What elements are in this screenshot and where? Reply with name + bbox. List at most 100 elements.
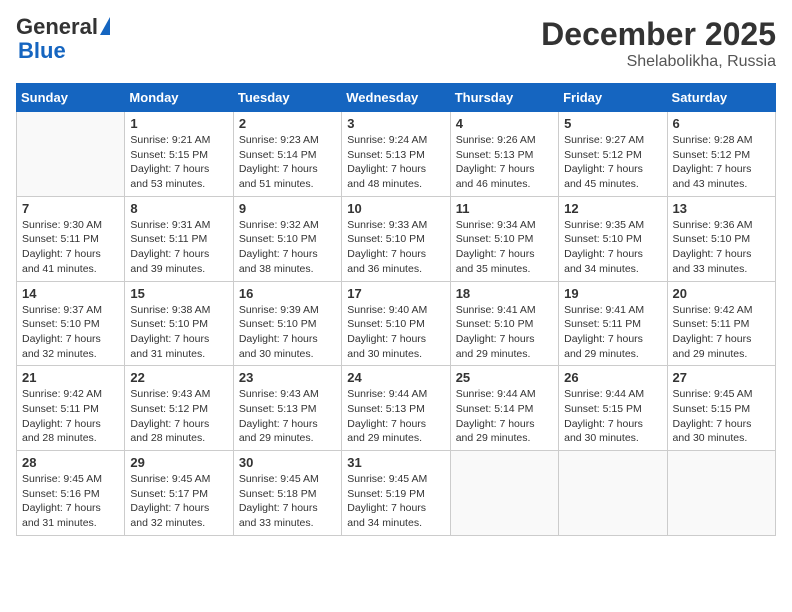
month-year-title: December 2025 <box>541 16 776 53</box>
calendar-cell: 21 Sunrise: 9:42 AMSunset: 5:11 PMDayligh… <box>17 366 125 451</box>
day-number: 17 <box>347 286 444 301</box>
calendar-cell: 11 Sunrise: 9:34 AMSunset: 5:10 PMDayligh… <box>450 196 558 281</box>
day-info: Sunrise: 9:26 AMSunset: 5:13 PMDaylight:… <box>456 133 553 192</box>
day-info: Sunrise: 9:30 AMSunset: 5:11 PMDaylight:… <box>22 218 119 277</box>
day-number: 5 <box>564 116 661 131</box>
calendar-cell: 14 Sunrise: 9:37 AMSunset: 5:10 PMDayligh… <box>17 281 125 366</box>
day-number: 13 <box>673 201 770 216</box>
col-header-wednesday: Wednesday <box>342 84 450 112</box>
calendar-cell: 8Sunrise: 9:31 AMSunset: 5:11 PMDaylight… <box>125 196 233 281</box>
day-number: 27 <box>673 370 770 385</box>
calendar-header-row: SundayMondayTuesdayWednesdayThursdayFrid… <box>17 84 776 112</box>
day-info: Sunrise: 9:44 AMSunset: 5:14 PMDaylight:… <box>456 387 553 446</box>
day-info: Sunrise: 9:32 AMSunset: 5:10 PMDaylight:… <box>239 218 336 277</box>
day-number: 31 <box>347 455 444 470</box>
day-number: 9 <box>239 201 336 216</box>
day-info: Sunrise: 9:42 AMSunset: 5:11 PMDaylight:… <box>22 387 119 446</box>
logo: General Blue <box>16 16 110 64</box>
calendar-cell: 18Sunrise: 9:41 AMSunset: 5:10 PMDayligh… <box>450 281 558 366</box>
day-info: Sunrise: 9:40 AMSunset: 5:10 PMDaylight:… <box>347 303 444 362</box>
day-number: 23 <box>239 370 336 385</box>
calendar-cell: 15Sunrise: 9:38 AMSunset: 5:10 PMDayligh… <box>125 281 233 366</box>
calendar-cell: 1 Sunrise: 9:21 AMSunset: 5:15 PMDaylight… <box>125 112 233 197</box>
day-number: 8 <box>130 201 227 216</box>
day-info: Sunrise: 9:44 AMSunset: 5:15 PMDaylight:… <box>564 387 661 446</box>
location-subtitle: Shelabolikha, Russia <box>541 53 776 71</box>
day-number: 28 <box>22 455 119 470</box>
calendar-cell: 25 Sunrise: 9:44 AMSunset: 5:14 PMDayligh… <box>450 366 558 451</box>
day-info: Sunrise: 9:28 AMSunset: 5:12 PMDaylight:… <box>673 133 770 192</box>
day-info: Sunrise: 9:43 AMSunset: 5:12 PMDaylight:… <box>130 387 227 446</box>
page-header: General Blue December 2025 Shelabolikha,… <box>16 16 776 71</box>
calendar-cell: 30Sunrise: 9:45 AMSunset: 5:18 PMDayligh… <box>233 451 341 536</box>
col-header-tuesday: Tuesday <box>233 84 341 112</box>
calendar-week-5: 28 Sunrise: 9:45 AMSunset: 5:16 PMDayligh… <box>17 451 776 536</box>
calendar-cell: 5Sunrise: 9:27 AMSunset: 5:12 PMDaylight… <box>559 112 667 197</box>
calendar-cell <box>450 451 558 536</box>
day-info: Sunrise: 9:34 AMSunset: 5:10 PMDaylight:… <box>456 218 553 277</box>
calendar-week-4: 21 Sunrise: 9:42 AMSunset: 5:11 PMDayligh… <box>17 366 776 451</box>
calendar-cell: 9 Sunrise: 9:32 AMSunset: 5:10 PMDaylight… <box>233 196 341 281</box>
day-number: 4 <box>456 116 553 131</box>
day-number: 10 <box>347 201 444 216</box>
day-info: Sunrise: 9:45 AMSunset: 5:16 PMDaylight:… <box>22 472 119 531</box>
col-header-sunday: Sunday <box>17 84 125 112</box>
day-info: Sunrise: 9:41 AMSunset: 5:11 PMDaylight:… <box>564 303 661 362</box>
day-number: 26 <box>564 370 661 385</box>
calendar-cell: 2Sunrise: 9:23 AMSunset: 5:14 PMDaylight… <box>233 112 341 197</box>
day-info: Sunrise: 9:42 AMSunset: 5:11 PMDaylight:… <box>673 303 770 362</box>
calendar-week-2: 7Sunrise: 9:30 AMSunset: 5:11 PMDaylight… <box>17 196 776 281</box>
day-info: Sunrise: 9:21 AMSunset: 5:15 PMDaylight:… <box>130 133 227 192</box>
day-info: Sunrise: 9:44 AMSunset: 5:13 PMDaylight:… <box>347 387 444 446</box>
calendar-cell: 22Sunrise: 9:43 AMSunset: 5:12 PMDayligh… <box>125 366 233 451</box>
day-number: 24 <box>347 370 444 385</box>
day-info: Sunrise: 9:45 AMSunset: 5:17 PMDaylight:… <box>130 472 227 531</box>
day-info: Sunrise: 9:23 AMSunset: 5:14 PMDaylight:… <box>239 133 336 192</box>
logo-blue: Blue <box>18 38 66 64</box>
day-info: Sunrise: 9:35 AMSunset: 5:10 PMDaylight:… <box>564 218 661 277</box>
day-number: 6 <box>673 116 770 131</box>
day-info: Sunrise: 9:33 AMSunset: 5:10 PMDaylight:… <box>347 218 444 277</box>
calendar-cell: 27Sunrise: 9:45 AMSunset: 5:15 PMDayligh… <box>667 366 775 451</box>
col-header-thursday: Thursday <box>450 84 558 112</box>
calendar-table: SundayMondayTuesdayWednesdayThursdayFrid… <box>16 83 776 536</box>
calendar-cell: 29 Sunrise: 9:45 AMSunset: 5:17 PMDayligh… <box>125 451 233 536</box>
col-header-monday: Monday <box>125 84 233 112</box>
calendar-cell: 13Sunrise: 9:36 AMSunset: 5:10 PMDayligh… <box>667 196 775 281</box>
calendar-cell: 3Sunrise: 9:24 AMSunset: 5:13 PMDaylight… <box>342 112 450 197</box>
day-number: 21 <box>22 370 119 385</box>
day-info: Sunrise: 9:45 AMSunset: 5:18 PMDaylight:… <box>239 472 336 531</box>
calendar-cell <box>559 451 667 536</box>
day-number: 16 <box>239 286 336 301</box>
day-info: Sunrise: 9:38 AMSunset: 5:10 PMDaylight:… <box>130 303 227 362</box>
calendar-cell: 4 Sunrise: 9:26 AMSunset: 5:13 PMDaylight… <box>450 112 558 197</box>
calendar-cell: 26 Sunrise: 9:44 AMSunset: 5:15 PMDayligh… <box>559 366 667 451</box>
calendar-cell: 28 Sunrise: 9:45 AMSunset: 5:16 PMDayligh… <box>17 451 125 536</box>
calendar-cell: 31 Sunrise: 9:45 AMSunset: 5:19 PMDayligh… <box>342 451 450 536</box>
calendar-cell <box>667 451 775 536</box>
day-info: Sunrise: 9:37 AMSunset: 5:10 PMDaylight:… <box>22 303 119 362</box>
day-info: Sunrise: 9:41 AMSunset: 5:10 PMDaylight:… <box>456 303 553 362</box>
title-section: December 2025 Shelabolikha, Russia <box>541 16 776 71</box>
calendar-cell: 16Sunrise: 9:39 AMSunset: 5:10 PMDayligh… <box>233 281 341 366</box>
calendar-cell: 20 Sunrise: 9:42 AMSunset: 5:11 PMDayligh… <box>667 281 775 366</box>
day-number: 3 <box>347 116 444 131</box>
day-number: 14 <box>22 286 119 301</box>
day-number: 29 <box>130 455 227 470</box>
calendar-cell: 23Sunrise: 9:43 AMSunset: 5:13 PMDayligh… <box>233 366 341 451</box>
calendar-cell: 17 Sunrise: 9:40 AMSunset: 5:10 PMDayligh… <box>342 281 450 366</box>
day-number: 25 <box>456 370 553 385</box>
calendar-cell: 7Sunrise: 9:30 AMSunset: 5:11 PMDaylight… <box>17 196 125 281</box>
day-number: 11 <box>456 201 553 216</box>
col-header-saturday: Saturday <box>667 84 775 112</box>
logo-triangle-icon <box>100 17 110 35</box>
calendar-cell <box>17 112 125 197</box>
day-info: Sunrise: 9:45 AMSunset: 5:19 PMDaylight:… <box>347 472 444 531</box>
calendar-cell: 6 Sunrise: 9:28 AMSunset: 5:12 PMDaylight… <box>667 112 775 197</box>
day-number: 19 <box>564 286 661 301</box>
calendar-week-1: 1 Sunrise: 9:21 AMSunset: 5:15 PMDaylight… <box>17 112 776 197</box>
calendar-week-3: 14 Sunrise: 9:37 AMSunset: 5:10 PMDayligh… <box>17 281 776 366</box>
logo-text: General <box>16 16 110 38</box>
day-number: 20 <box>673 286 770 301</box>
day-number: 1 <box>130 116 227 131</box>
